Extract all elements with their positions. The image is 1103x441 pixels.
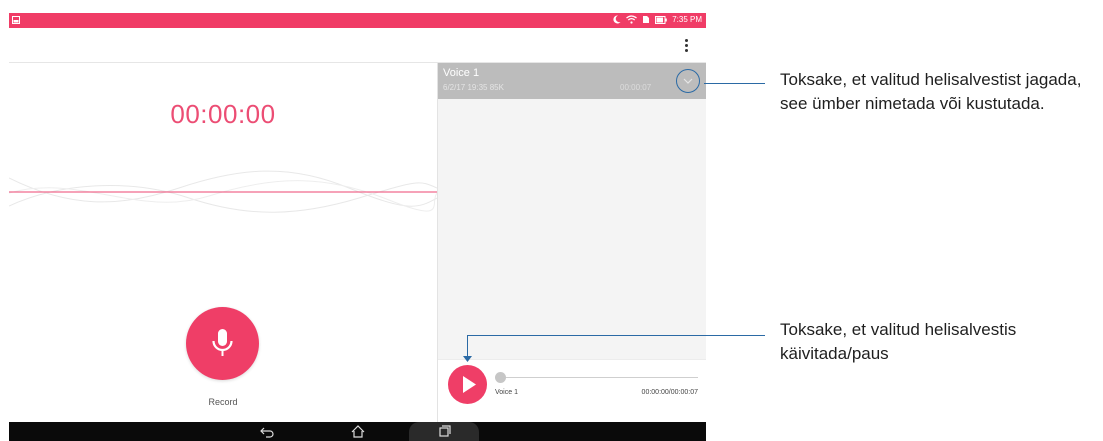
recording-meta: 6/2/17 19:35 85K [443,83,504,92]
recording-timer: 00:00:00 [170,99,276,129]
recording-duration: 00:00:07 [620,83,652,92]
sim-icon [643,16,650,23]
recent-apps-icon[interactable] [436,424,452,439]
seek-track[interactable] [496,377,698,378]
record-button[interactable] [186,307,259,380]
app-bar [9,28,706,63]
callout-line-top [704,83,765,84]
moon-icon [613,15,621,24]
more-vert-icon[interactable] [685,39,689,53]
player-time: 00:00:00/00:00:07 [641,389,698,396]
chevron-down-icon[interactable] [676,69,700,93]
callout-top-text: Toksake, et valitud helisalvestist jagad… [780,70,1082,113]
battery-icon [655,15,668,24]
notification-icon [12,16,20,24]
play-button[interactable] [448,365,487,404]
recording-name: Voice 1 [443,67,480,79]
tablet-screen: 7:35 PM 00:00:00 Record Voice 1 6/2/17 1… [9,13,706,441]
status-bar: 7:35 PM [9,13,706,28]
callout-line-bottom-h [467,335,765,336]
back-icon[interactable] [259,424,275,439]
recording-item[interactable]: Voice 1 6/2/17 19:35 85K 00:00:07 [438,63,706,99]
microphone-icon [212,329,233,356]
status-time: 7:35 PM [672,15,702,24]
playback-bar: Voice 1 00:00:00/00:00:07 [438,359,706,423]
play-icon [463,376,476,393]
recorder-pane: 00:00:00 Record [9,63,437,422]
callout-arrow-icon [463,356,472,362]
navigation-bar [9,422,706,441]
recordings-pane: Voice 1 6/2/17 19:35 85K 00:00:07 Voice … [438,63,706,423]
record-label: Record [208,397,238,407]
waveform [9,170,437,213]
callout-bottom-text: Toksake, et valitud helisalvestis käivit… [780,320,1017,363]
seek-handle[interactable] [495,372,506,383]
home-icon[interactable] [350,424,366,439]
player-name: Voice 1 [495,389,518,396]
wifi-icon [626,15,638,24]
